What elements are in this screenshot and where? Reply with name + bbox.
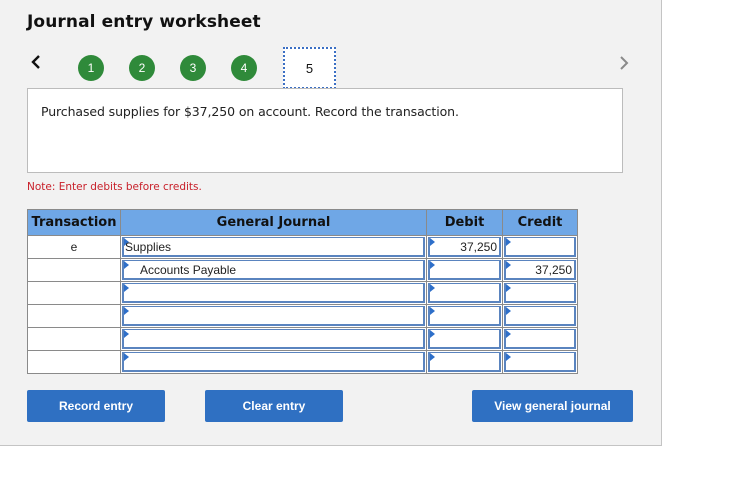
step-3[interactable]: 3	[180, 55, 206, 81]
credit-cell: 37,250	[502, 258, 578, 282]
account-cell: Supplies	[120, 235, 427, 259]
header-credit: Credit	[502, 209, 578, 236]
account-value: Supplies	[125, 240, 172, 254]
cell-marker-icon	[506, 330, 511, 338]
cell-marker-icon	[506, 284, 511, 292]
cell-marker-icon	[506, 353, 511, 361]
debit-cell	[426, 281, 503, 305]
account-value: Accounts Payable	[140, 263, 237, 277]
debit-cell	[426, 258, 503, 282]
account-input[interactable]: Accounts Payable	[122, 260, 425, 280]
step-2-label: 2	[138, 61, 146, 75]
credit-cell	[502, 350, 578, 374]
debit-cell	[426, 327, 503, 351]
cell-marker-icon	[430, 261, 435, 269]
chevron-right-icon	[620, 56, 629, 70]
transaction-prompt-box: Purchased supplies for $37,250 on accoun…	[27, 88, 623, 173]
step-5-active[interactable]: 5	[283, 47, 336, 89]
cell-marker-icon	[124, 353, 129, 361]
transaction-cell	[27, 281, 121, 305]
step-3-label: 3	[189, 61, 197, 75]
account-input[interactable]	[122, 329, 425, 349]
journal-table: Transaction General Journal Debit Credit…	[27, 209, 578, 374]
journal-row	[27, 304, 578, 328]
account-cell	[120, 281, 427, 305]
account-cell	[120, 327, 427, 351]
cell-marker-icon	[430, 238, 435, 246]
credit-input[interactable]	[504, 306, 576, 326]
debit-input[interactable]	[428, 260, 501, 280]
credit-cell	[502, 327, 578, 351]
credit-cell	[502, 281, 578, 305]
cell-marker-icon	[124, 330, 129, 338]
journal-header-row: Transaction General Journal Debit Credit	[27, 209, 578, 236]
entry-note: Note: Enter debits before credits.	[27, 181, 202, 193]
step-1-label: 1	[87, 61, 95, 75]
account-cell	[120, 304, 427, 328]
journal-worksheet-panel: Journal entry worksheet 1 2 3 4 5 Purcha…	[0, 0, 662, 446]
step-1[interactable]: 1	[78, 55, 104, 81]
transaction-cell	[27, 350, 121, 374]
previous-step-button[interactable]	[29, 52, 43, 72]
cell-marker-icon	[506, 238, 511, 246]
account-cell	[120, 350, 427, 374]
step-5-label: 5	[305, 60, 314, 76]
debit-input[interactable]: 37,250	[428, 237, 501, 257]
cell-marker-icon	[430, 353, 435, 361]
chevron-left-icon	[31, 55, 40, 69]
transaction-cell: e	[27, 235, 121, 259]
debit-input[interactable]	[428, 329, 501, 349]
cell-marker-icon	[124, 261, 129, 269]
cell-marker-icon	[506, 261, 511, 269]
credit-input[interactable]	[504, 237, 576, 257]
cell-marker-icon	[124, 284, 129, 292]
account-input[interactable]	[122, 306, 425, 326]
journal-row: e Supplies 37,250	[27, 235, 578, 259]
journal-row	[27, 350, 578, 374]
step-4-label: 4	[240, 61, 248, 75]
transaction-cell	[27, 258, 121, 282]
account-input[interactable]	[122, 352, 425, 372]
journal-row	[27, 281, 578, 305]
account-input[interactable]: Supplies	[122, 237, 425, 257]
journal-row	[27, 327, 578, 351]
credit-cell	[502, 235, 578, 259]
debit-input[interactable]	[428, 352, 501, 372]
credit-input[interactable]	[504, 352, 576, 372]
next-step-button[interactable]	[617, 53, 631, 73]
page-title: Journal entry worksheet	[27, 12, 261, 32]
credit-cell	[502, 304, 578, 328]
header-transaction: Transaction	[27, 209, 121, 236]
cell-marker-icon	[430, 330, 435, 338]
debit-cell	[426, 350, 503, 374]
debit-input[interactable]	[428, 283, 501, 303]
header-debit: Debit	[426, 209, 503, 236]
credit-value: 37,250	[535, 263, 572, 277]
view-general-journal-button[interactable]: View general journal	[472, 390, 633, 422]
cell-marker-icon	[430, 307, 435, 315]
debit-value: 37,250	[460, 240, 497, 254]
credit-input[interactable]: 37,250	[504, 260, 576, 280]
step-4[interactable]: 4	[231, 55, 257, 81]
credit-input[interactable]	[504, 283, 576, 303]
journal-body: e Supplies 37,250 Accounts Payable 37,250	[27, 235, 578, 374]
header-general-journal: General Journal	[120, 209, 427, 236]
step-2[interactable]: 2	[129, 55, 155, 81]
account-cell: Accounts Payable	[120, 258, 427, 282]
cell-marker-icon	[430, 284, 435, 292]
debit-input[interactable]	[428, 306, 501, 326]
debit-cell	[426, 304, 503, 328]
transaction-prompt-text: Purchased supplies for $37,250 on accoun…	[41, 104, 459, 119]
cell-marker-icon	[506, 307, 511, 315]
credit-input[interactable]	[504, 329, 576, 349]
account-input[interactable]	[122, 283, 425, 303]
transaction-cell	[27, 327, 121, 351]
cell-marker-icon	[124, 307, 129, 315]
transaction-cell	[27, 304, 121, 328]
debit-cell: 37,250	[426, 235, 503, 259]
journal-row: Accounts Payable 37,250	[27, 258, 578, 282]
record-entry-button[interactable]: Record entry	[27, 390, 165, 422]
clear-entry-button[interactable]: Clear entry	[205, 390, 343, 422]
